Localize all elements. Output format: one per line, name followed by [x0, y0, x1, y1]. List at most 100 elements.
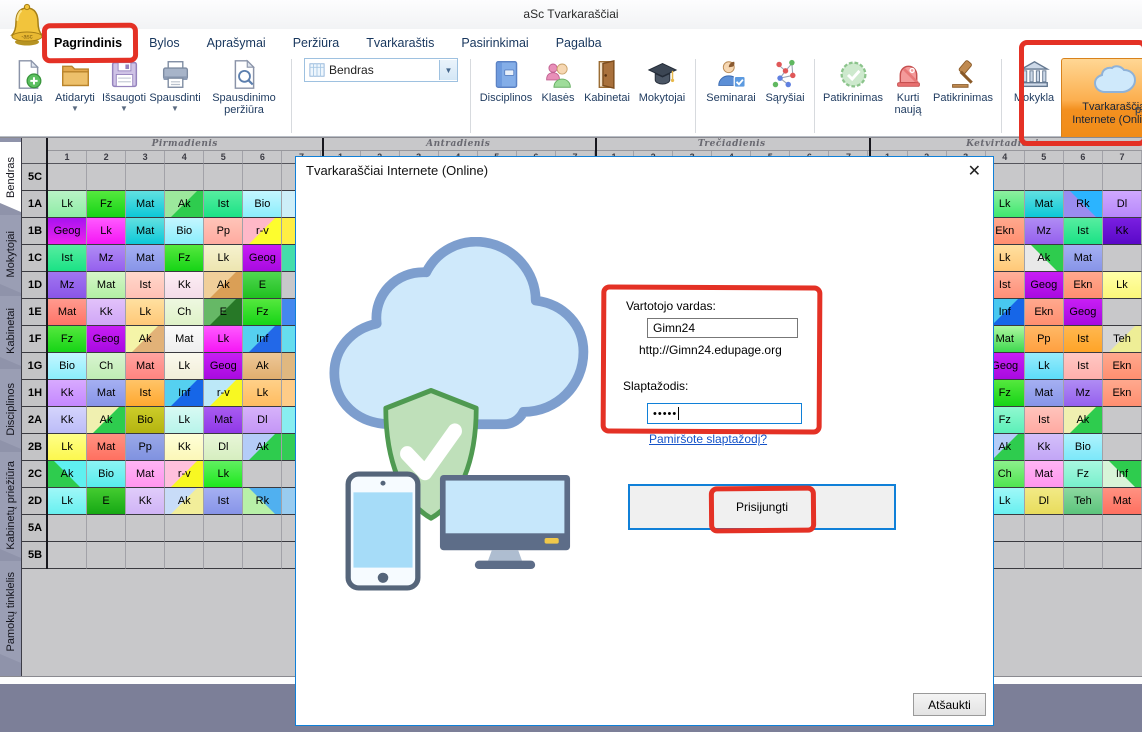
dialog-close-icon[interactable]: ✕ — [968, 161, 981, 181]
lesson-cell[interactable]: Mat — [1103, 488, 1142, 515]
lesson-cell[interactable]: Ekn — [1064, 272, 1103, 299]
lesson-cell[interactable]: Ekn — [1103, 380, 1142, 407]
open-button[interactable]: Atidaryti ▼ — [50, 56, 100, 136]
row-label-5B[interactable]: 5B — [22, 542, 48, 569]
lesson-cell[interactable]: Lk — [48, 488, 87, 515]
row-label-5A[interactable]: 5A — [22, 515, 48, 542]
lesson-cell[interactable] — [87, 542, 126, 569]
lesson-cell[interactable] — [1025, 542, 1064, 569]
lesson-cell[interactable]: Kk — [87, 299, 126, 326]
school-button[interactable]: Mokykla — [1007, 56, 1061, 136]
lesson-cell[interactable]: Rk — [243, 488, 282, 515]
lesson-cell[interactable]: Geog — [204, 353, 243, 380]
lesson-cell[interactable]: E — [204, 299, 243, 326]
lesson-cell[interactable]: Pp — [126, 434, 165, 461]
menu-item-tvarkaraštis[interactable]: Tvarkaraštis — [366, 36, 434, 50]
sidebar-tab-disciplinos[interactable]: Disciplinos — [0, 369, 21, 449]
lesson-cell[interactable]: Ist — [204, 488, 243, 515]
row-label-2B[interactable]: 2B — [22, 434, 48, 461]
lesson-cell[interactable] — [1103, 299, 1142, 326]
lesson-cell[interactable] — [126, 515, 165, 542]
lesson-cell[interactable]: Bio — [87, 461, 126, 488]
check-button[interactable]: Patikrinimas — [820, 56, 886, 136]
cancel-button[interactable]: Atšaukti — [913, 693, 986, 716]
sidebar-tab-bendras[interactable]: Bendras — [0, 142, 21, 212]
lesson-cell[interactable] — [1103, 407, 1142, 434]
lesson-cell[interactable]: r-v — [243, 218, 282, 245]
lesson-cell[interactable]: Ist — [126, 380, 165, 407]
menu-item-pagalba[interactable]: Pagalba — [556, 36, 602, 50]
lesson-cell[interactable]: Mat — [204, 407, 243, 434]
lesson-cell[interactable]: Mat — [87, 380, 126, 407]
lesson-cell[interactable]: Lk — [87, 218, 126, 245]
lesson-cell[interactable]: Lk — [48, 434, 87, 461]
lesson-cell[interactable]: Ist — [1025, 407, 1064, 434]
lesson-cell[interactable]: Mat — [1025, 461, 1064, 488]
lesson-cell[interactable]: Pp — [204, 218, 243, 245]
lesson-cell[interactable]: Ak — [165, 488, 204, 515]
row-label-1D[interactable]: 1D — [22, 272, 48, 299]
password-input[interactable]: ••••• — [647, 403, 802, 424]
sidebar-tab-kabinetai[interactable]: Kabinetai — [0, 296, 21, 366]
lesson-cell[interactable]: Mat — [126, 245, 165, 272]
lesson-cell[interactable]: Kk — [1103, 218, 1142, 245]
menu-item-bylos[interactable]: Bylos — [149, 36, 180, 50]
print-preview-button[interactable]: Spausdinimo peržiūra — [202, 56, 286, 136]
check2-button[interactable]: Patikrinimas — [930, 56, 996, 136]
lesson-cell[interactable] — [87, 164, 126, 191]
lesson-cell[interactable]: Mat — [48, 299, 87, 326]
lesson-cell[interactable] — [87, 515, 126, 542]
row-label-2C[interactable]: 2C — [22, 461, 48, 488]
lesson-cell[interactable]: r-v — [165, 461, 204, 488]
lesson-cell[interactable] — [243, 542, 282, 569]
lesson-cell[interactable]: Ak — [165, 191, 204, 218]
menu-item-aprašymai[interactable]: Aprašymai — [207, 36, 266, 50]
row-label-2D[interactable]: 2D — [22, 488, 48, 515]
lesson-cell[interactable] — [243, 515, 282, 542]
lesson-cell[interactable]: Geog — [1025, 272, 1064, 299]
lesson-cell[interactable]: Mat — [1064, 245, 1103, 272]
lesson-cell[interactable]: Dl — [204, 434, 243, 461]
forgot-password-link[interactable]: Pamiršote slaptažodį? — [649, 432, 767, 446]
lesson-cell[interactable]: Fz — [48, 326, 87, 353]
lesson-cell[interactable] — [243, 164, 282, 191]
lesson-cell[interactable]: r-v — [204, 380, 243, 407]
lesson-cell[interactable]: Kk — [126, 488, 165, 515]
create-new-button[interactable]: Kurti naują — [886, 56, 930, 136]
lesson-cell[interactable]: Lk — [204, 245, 243, 272]
lesson-cell[interactable]: Lk — [243, 380, 282, 407]
lesson-cell[interactable]: Fz — [87, 191, 126, 218]
lesson-cell[interactable]: Ist — [1064, 218, 1103, 245]
lesson-cell[interactable]: Dl — [1103, 191, 1142, 218]
lesson-cell[interactable]: Ak — [1064, 407, 1103, 434]
relations-button[interactable]: Sąryšiai — [761, 56, 809, 136]
lesson-cell[interactable]: Geog — [48, 218, 87, 245]
lesson-cell[interactable]: Dl — [1025, 488, 1064, 515]
lesson-cell[interactable]: Geog — [243, 245, 282, 272]
lesson-cell[interactable]: E — [243, 272, 282, 299]
lesson-cell[interactable]: Mat — [126, 353, 165, 380]
lesson-cell[interactable]: Bio — [48, 353, 87, 380]
lesson-cell[interactable]: Ekn — [1103, 353, 1142, 380]
save-button[interactable]: Išsaugoti ▼ — [100, 56, 148, 136]
lesson-cell[interactable] — [1064, 542, 1103, 569]
lesson-cell[interactable] — [48, 515, 87, 542]
sidebar-tab-mokytojai[interactable]: Mokytojai — [0, 215, 21, 293]
row-label-1H[interactable]: 1H — [22, 380, 48, 407]
lesson-cell[interactable] — [48, 542, 87, 569]
lesson-cell[interactable]: Kk — [165, 434, 204, 461]
combo-arrow-icon[interactable]: ▼ — [439, 60, 457, 80]
lesson-cell[interactable] — [1064, 515, 1103, 542]
lesson-cell[interactable]: Ist — [1064, 353, 1103, 380]
open-dropdown-caret-icon[interactable]: ▼ — [71, 105, 79, 113]
lesson-cell[interactable]: Ak — [48, 461, 87, 488]
row-label-1G[interactable]: 1G — [22, 353, 48, 380]
lesson-cell[interactable] — [165, 164, 204, 191]
view-selector-dropdown[interactable]: Bendras ▼ — [304, 58, 458, 82]
lesson-cell[interactable]: Geog — [1064, 299, 1103, 326]
lesson-cell[interactable]: Ak — [126, 326, 165, 353]
lesson-cell[interactable]: Mat — [126, 191, 165, 218]
lesson-cell[interactable]: Mat — [126, 461, 165, 488]
lesson-cell[interactable]: Mz — [1064, 380, 1103, 407]
menu-item-pasirinkimai[interactable]: Pasirinkimai — [461, 36, 528, 50]
